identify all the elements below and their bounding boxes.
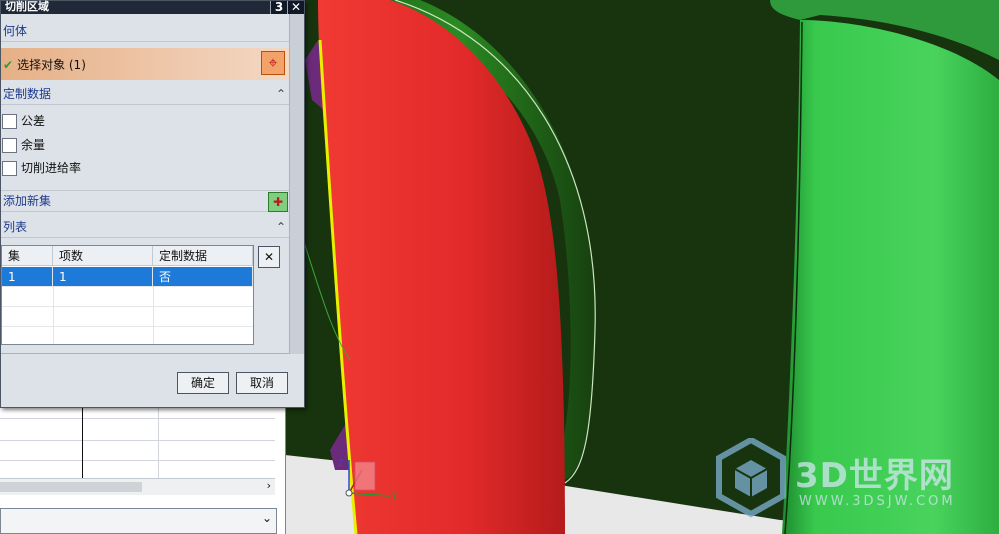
table-row[interactable]: 1 1 否 bbox=[2, 267, 253, 287]
cell-custom-data: 否 bbox=[153, 267, 253, 287]
feedrate-checkbox-row[interactable]: 切削进给率 bbox=[1, 158, 81, 178]
tolerance-checkbox[interactable] bbox=[2, 114, 17, 129]
vertical-scrollbar[interactable] bbox=[289, 14, 304, 354]
triad-y-label: Y bbox=[391, 492, 398, 502]
table-row bbox=[2, 287, 253, 307]
checkmark-icon: ✔ bbox=[3, 58, 14, 72]
column-header-custom-data[interactable]: 定制数据 bbox=[153, 246, 253, 266]
select-object-label: 选择对象 (1) bbox=[17, 58, 86, 72]
close-icon[interactable]: ✕ bbox=[287, 1, 304, 14]
geometry-header-label: 何体 bbox=[3, 24, 28, 38]
watermark-text: 3D世界网 bbox=[795, 456, 954, 496]
list-section-header[interactable]: 列表 ⌃ bbox=[1, 217, 290, 238]
cut-area-dialog: 切削区域 3 ✕ 何体 ✔ 选择对象 (1) ⌖ 定制数据 ⌃ 公差 余量 切削进… bbox=[0, 0, 305, 408]
table-row bbox=[2, 307, 253, 327]
title-button-3[interactable]: 3 bbox=[270, 1, 287, 14]
ok-button[interactable]: 确定 bbox=[177, 372, 229, 394]
list-header-label: 列表 bbox=[3, 220, 28, 234]
dropdown[interactable]: ⌄ bbox=[0, 508, 277, 534]
horizontal-scrollbar[interactable]: › bbox=[0, 478, 275, 495]
add-set-label: 添加新集 bbox=[3, 194, 52, 208]
feedrate-checkbox[interactable] bbox=[2, 161, 17, 176]
add-new-set-icon[interactable]: ✚ bbox=[268, 192, 288, 212]
delete-icon[interactable]: ✕ bbox=[258, 246, 280, 268]
geometry-section-header[interactable]: 何体 bbox=[1, 21, 290, 42]
tolerance-checkbox-row[interactable]: 公差 bbox=[1, 111, 45, 131]
dialog-title: 切削区域 bbox=[5, 0, 49, 13]
feedrate-label: 切削进给率 bbox=[21, 161, 82, 175]
select-object-row[interactable]: ✔ 选择对象 (1) ⌖ bbox=[1, 48, 289, 80]
tolerance-label: 公差 bbox=[21, 114, 46, 128]
chevron-down-icon[interactable]: ⌄ bbox=[262, 511, 272, 525]
cell-count: 1 bbox=[53, 267, 153, 287]
scroll-right-icon[interactable]: › bbox=[267, 479, 271, 492]
custom-data-header-label: 定制数据 bbox=[3, 87, 52, 101]
collapse-up-icon[interactable]: ⌃ bbox=[276, 84, 286, 104]
watermark: 3D世界网 WWW.3DSJW.COM bbox=[715, 438, 985, 518]
crosshair-select-icon[interactable]: ⌖ bbox=[261, 51, 285, 75]
cube-logo-icon bbox=[716, 438, 786, 518]
column-header-count[interactable]: 项数 bbox=[53, 246, 153, 266]
set-list-table: 集 项数 定制数据 1 1 否 bbox=[1, 245, 254, 345]
cancel-button[interactable]: 取消 bbox=[236, 372, 288, 394]
stock-label: 余量 bbox=[21, 138, 46, 152]
table-row bbox=[2, 327, 253, 347]
triad-z-label: Z bbox=[338, 459, 344, 469]
stock-checkbox-row[interactable]: 余量 bbox=[1, 135, 45, 155]
stock-checkbox[interactable] bbox=[2, 138, 17, 153]
collapse-up-icon[interactable]: ⌃ bbox=[276, 217, 286, 237]
scrollbar-thumb[interactable] bbox=[0, 482, 142, 492]
add-set-row: 添加新集 bbox=[1, 190, 290, 212]
dialog-titlebar: 切削区域 bbox=[1, 1, 304, 14]
cell-set: 1 bbox=[2, 267, 53, 287]
watermark-url: WWW.3DSJW.COM bbox=[799, 494, 956, 509]
custom-data-section-header[interactable]: 定制数据 ⌃ bbox=[1, 84, 290, 105]
column-header-set[interactable]: 集 bbox=[2, 246, 53, 266]
